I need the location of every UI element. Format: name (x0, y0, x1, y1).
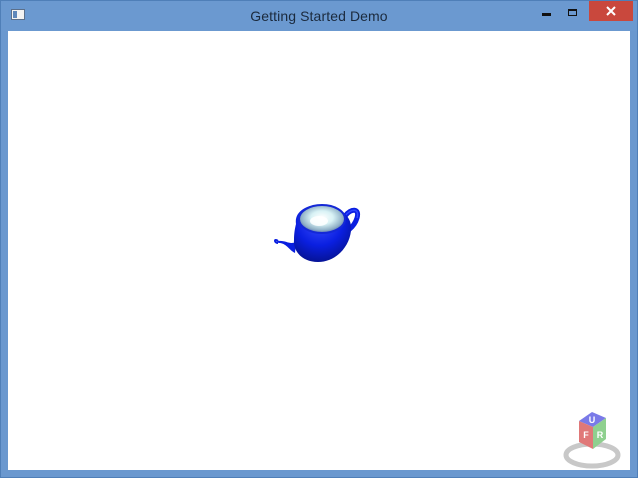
maximize-icon (567, 8, 577, 16)
teapot-model[interactable] (8, 31, 630, 470)
app-window: Getting Started Demo U R F (0, 0, 638, 478)
client-area: U R F (8, 31, 630, 470)
view-cube-label-up: U (589, 415, 596, 425)
close-button[interactable] (589, 1, 633, 21)
view-cube[interactable]: U R F (561, 409, 623, 469)
maximize-button[interactable] (559, 1, 585, 23)
close-icon (606, 6, 616, 16)
view-cube-label-right: R (597, 430, 604, 440)
3d-viewport[interactable] (8, 31, 630, 470)
minimize-icon (541, 12, 551, 16)
view-cube-label-front: F (583, 430, 589, 440)
minimize-button[interactable] (533, 1, 559, 23)
title-bar[interactable]: Getting Started Demo (1, 1, 637, 31)
